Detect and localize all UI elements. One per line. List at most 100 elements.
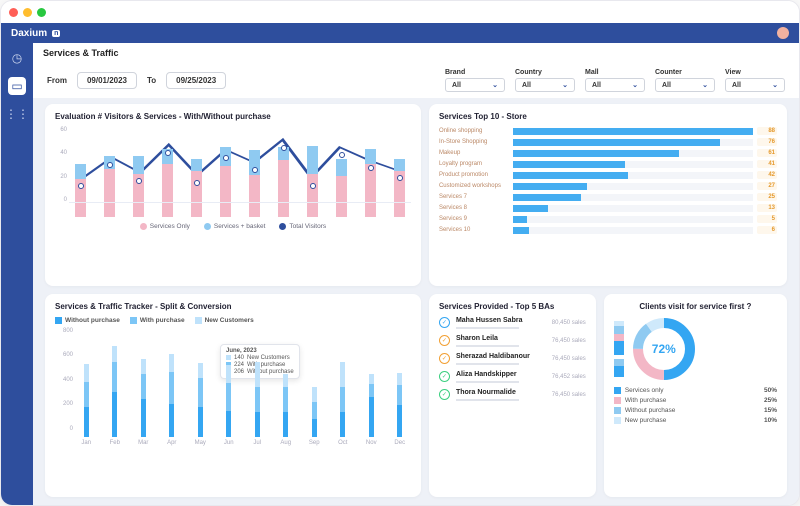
filter-brand[interactable]: BrandAll⌄ [445, 69, 505, 92]
bar-column[interactable] [156, 141, 179, 217]
tracker-column[interactable]: Nov [360, 346, 383, 446]
close-icon[interactable] [9, 8, 18, 17]
sidebar: ◷ ▭ ⋮⋮ [1, 43, 33, 506]
bar-column[interactable] [301, 141, 324, 217]
tracker-column[interactable]: Apr [161, 346, 184, 446]
filter-country[interactable]: CountryAll⌄ [515, 69, 575, 92]
hbar-row[interactable]: Loyalty program41 [439, 160, 777, 168]
tracker-chart: 8006004002000 June, 2023 140New Customer… [55, 328, 411, 446]
check-icon: ✓ [439, 371, 450, 382]
legend-row: Services only50% [614, 387, 777, 394]
tracker-column[interactable]: May [189, 346, 212, 446]
eval-chart: 6040200 [55, 127, 411, 217]
filter-bar: From 09/01/2023 To 09/25/2023 BrandAll⌄ C… [33, 63, 799, 98]
bar-column[interactable] [127, 141, 150, 217]
card-donut: Clients visit for service first ? [604, 294, 787, 498]
donut-center: 72% [632, 317, 696, 381]
filter-counter[interactable]: CounterAll⌄ [655, 69, 715, 92]
sidebar-calendar-icon[interactable]: ▭ [8, 77, 26, 95]
app-header: Daxiumn [1, 23, 799, 43]
page-title: Services & Traffic [33, 43, 799, 63]
bar-column[interactable] [69, 141, 92, 217]
tracker-column[interactable]: Aug [275, 346, 298, 446]
bar-column[interactable] [388, 141, 411, 217]
avatar[interactable] [777, 27, 789, 39]
legend-item: Services + basket [204, 223, 265, 230]
hbar-row[interactable]: Online shopping88 [439, 127, 777, 135]
hbar-row[interactable]: In-Store Shopping76 [439, 138, 777, 146]
tracker-column[interactable]: Jul [246, 346, 269, 446]
tracker-column[interactable]: Mar [132, 346, 155, 446]
legend-item: Total Visitors [279, 223, 326, 230]
filter-view[interactable]: ViewAll⌄ [725, 69, 785, 92]
legend-item: Services Only [140, 223, 190, 230]
hbar-row[interactable]: Product promotion42 [439, 171, 777, 179]
bar-column[interactable] [359, 141, 382, 217]
legend-item: Without purchase [55, 317, 120, 324]
card-evaluation: Evaluation # Visitors & Services - With/… [45, 104, 421, 286]
sidebar-clock-icon[interactable]: ◷ [8, 49, 26, 67]
hbar-row[interactable]: Services 106 [439, 226, 777, 234]
ba-row[interactable]: ✓Maha Hussen Sabra80,450 sales [439, 317, 586, 329]
legend-row: Without purchase15% [614, 407, 777, 414]
card-title: Evaluation # Visitors & Services - With/… [55, 112, 411, 121]
chevron-down-icon: ⌄ [702, 81, 708, 89]
brand-logo: Daxiumn [11, 28, 60, 39]
brand-text: Daxium [11, 28, 47, 39]
bar-column[interactable] [98, 141, 121, 217]
tracker-column[interactable]: Jun [218, 346, 241, 446]
tracker-column[interactable]: Jan [75, 346, 98, 446]
to-label: To [147, 76, 156, 85]
chevron-down-icon: ⌄ [492, 81, 498, 89]
date-to-input[interactable]: 09/25/2023 [166, 72, 226, 89]
check-icon: ✓ [439, 389, 450, 400]
brand-mark: n [52, 30, 60, 37]
bar-column[interactable] [243, 141, 266, 217]
bar-column[interactable] [272, 141, 295, 217]
mini-bar [614, 359, 624, 377]
bar-column[interactable] [214, 141, 237, 217]
card-title: Services Provided - Top 5 BAs [439, 302, 586, 311]
maximize-icon[interactable] [37, 8, 46, 17]
card-title: Clients visit for service first ? [614, 302, 777, 311]
ba-row[interactable]: ✓Sharon Leila76,450 sales [439, 335, 586, 347]
minimize-icon[interactable] [23, 8, 32, 17]
bar-column[interactable] [330, 141, 353, 217]
bar-column[interactable] [185, 141, 208, 217]
app-window: Daxiumn ◷ ▭ ⋮⋮ Services & Traffic From 0… [0, 0, 800, 506]
card-title: Services & Traffic Tracker - Split & Con… [55, 302, 411, 311]
legend-row: With purchase25% [614, 397, 777, 404]
hbar-row[interactable]: Makeup61 [439, 149, 777, 157]
ba-row[interactable]: ✓Aliza Handskipper76,452 sales [439, 371, 586, 383]
tracker-column[interactable]: Dec [389, 346, 412, 446]
from-label: From [47, 76, 67, 85]
card-top-ba: Services Provided - Top 5 BAs ✓Maha Huss… [429, 294, 596, 498]
date-from-input[interactable]: 09/01/2023 [77, 72, 137, 89]
check-icon: ✓ [439, 353, 450, 364]
card-tracker: Services & Traffic Tracker - Split & Con… [45, 294, 421, 498]
check-icon: ✓ [439, 335, 450, 346]
ba-row[interactable]: ✓Thora Nourmalide76,450 sales [439, 389, 586, 401]
filter-mall[interactable]: MallAll⌄ [585, 69, 645, 92]
sidebar-grid-icon[interactable]: ⋮⋮ [8, 105, 26, 123]
ba-row[interactable]: ✓Sherazad Haldibanour76,450 sales [439, 353, 586, 365]
mini-bar [614, 321, 624, 355]
hbar-row[interactable]: Services 725 [439, 193, 777, 201]
chevron-down-icon: ⌄ [562, 81, 568, 89]
card-title: Services Top 10 - Store [439, 112, 777, 121]
chevron-down-icon: ⌄ [772, 81, 778, 89]
legend-item: With purchase [130, 317, 185, 324]
check-icon: ✓ [439, 317, 450, 328]
card-top10: Services Top 10 - Store Online shopping8… [429, 104, 787, 286]
tracker-column[interactable]: Feb [104, 346, 127, 446]
donut-chart: 72% [632, 317, 696, 381]
chevron-down-icon: ⌄ [632, 81, 638, 89]
hbar-row[interactable]: Customized workshops27 [439, 182, 777, 190]
tracker-column[interactable]: Oct [332, 346, 355, 446]
legend-item: New Customers [195, 317, 254, 324]
hbar-row[interactable]: Services 95 [439, 215, 777, 223]
legend-row: New purchase10% [614, 417, 777, 424]
hbar-row[interactable]: Services 813 [439, 204, 777, 212]
mac-titlebar [1, 1, 799, 23]
tracker-column[interactable]: Sep [303, 346, 326, 446]
